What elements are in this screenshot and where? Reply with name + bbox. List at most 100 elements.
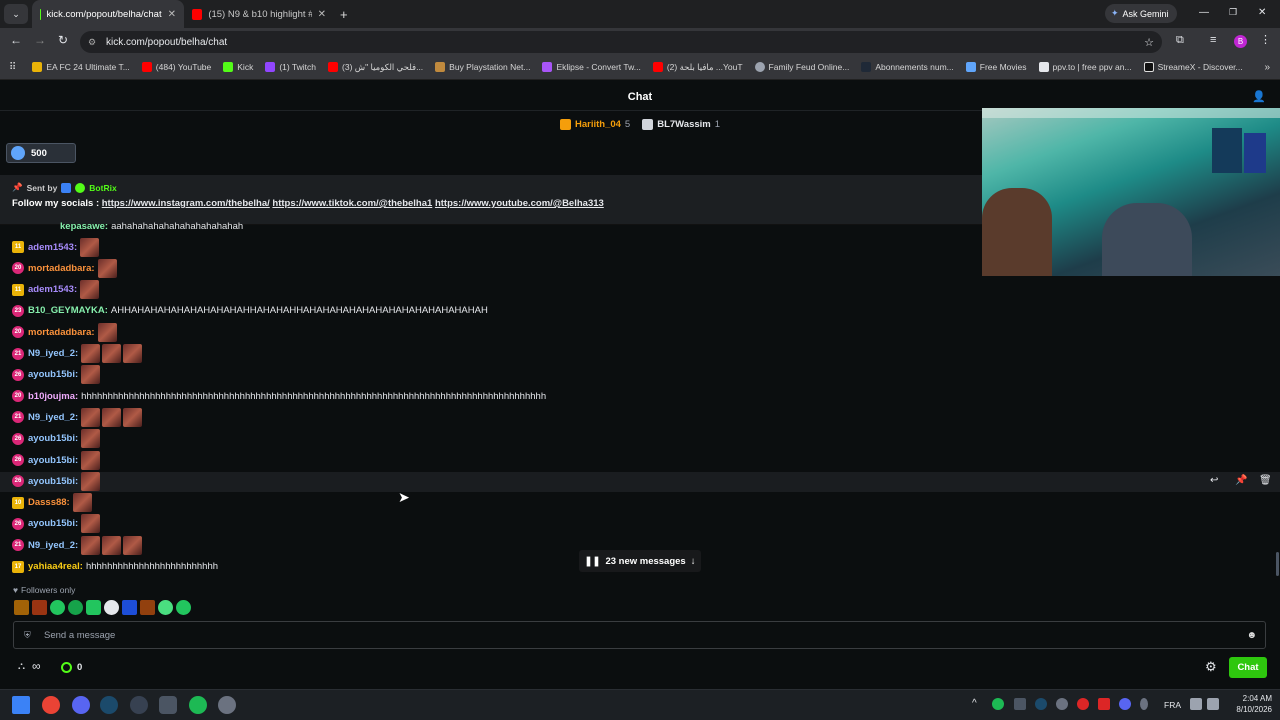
username[interactable]: mortadadbara: bbox=[28, 263, 95, 274]
bookmark-item[interactable]: Buy Playstation Net... bbox=[435, 62, 530, 72]
emote-icon[interactable] bbox=[102, 407, 122, 427]
emoji-picker-icon[interactable]: ☻ bbox=[1246, 630, 1257, 641]
emote-ball-icon[interactable] bbox=[104, 600, 119, 615]
minimize-icon[interactable]: — bbox=[1199, 7, 1209, 18]
emote-icon[interactable] bbox=[97, 258, 117, 278]
forward-icon[interactable]: → bbox=[34, 33, 46, 47]
tray-icon[interactable] bbox=[1056, 698, 1068, 710]
bookmark-item[interactable]: (484) YouTube bbox=[141, 62, 211, 72]
username[interactable]: ayoub15bi: bbox=[28, 455, 78, 466]
bookmark-item[interactable]: EA FC 24 Ultimate T... bbox=[32, 62, 130, 72]
chat-message[interactable]: 11 adem1543: bbox=[12, 237, 101, 257]
discord-tray-icon[interactable] bbox=[1119, 698, 1131, 710]
username[interactable]: mortadadbara: bbox=[28, 327, 95, 338]
emote-icon[interactable] bbox=[102, 344, 122, 363]
emote-icon[interactable] bbox=[81, 471, 101, 491]
reload-icon[interactable]: ↻ bbox=[58, 33, 68, 47]
username[interactable]: B10_GEYMAYKA: bbox=[28, 305, 108, 316]
emote-icon[interactable] bbox=[123, 407, 143, 427]
users-icon[interactable]: 👤 bbox=[1252, 84, 1266, 110]
settings-app-icon[interactable] bbox=[218, 696, 236, 714]
chat-message[interactable]: 26 ayoub15bi: bbox=[12, 450, 102, 470]
chat-message[interactable]: 21 N9_iyed_2: bbox=[12, 344, 144, 364]
network-icon[interactable] bbox=[1190, 698, 1202, 710]
bookmark-item[interactable]: (1) Twitch bbox=[265, 62, 316, 72]
apps-grid-icon[interactable] bbox=[159, 696, 177, 714]
tab-youtube[interactable]: (15) N9 & b10 highlight #1 - Yo ✕ bbox=[184, 0, 334, 28]
bookmark-item[interactable]: (2) مافيا بلحة ...YouT bbox=[652, 62, 743, 73]
chat-message[interactable]: 10 Dasss88: bbox=[12, 493, 94, 513]
new-messages-button[interactable]: ❚❚ 23 new messages ↓ bbox=[579, 550, 701, 572]
emote-green-icon[interactable] bbox=[68, 600, 83, 615]
emote-icon[interactable] bbox=[123, 535, 143, 555]
windows-start-icon[interactable] bbox=[12, 696, 30, 714]
emote-green-icon[interactable] bbox=[176, 600, 191, 615]
chat-message[interactable]: 20 mortadadbara: bbox=[12, 322, 119, 342]
spotify-icon[interactable] bbox=[189, 696, 207, 714]
mic-icon[interactable] bbox=[1140, 698, 1148, 710]
profile-avatar[interactable]: B bbox=[1234, 35, 1247, 48]
tray-icon[interactable] bbox=[1077, 698, 1089, 710]
address-bar[interactable]: ⚙ kick.com/popout/belha/chat ☆ bbox=[80, 31, 1162, 53]
tab-kick-chat[interactable]: kick.com/popout/belha/chat ✕ bbox=[32, 0, 184, 28]
username[interactable]: adem1543: bbox=[28, 242, 77, 253]
username[interactable]: ayoub15bi: bbox=[28, 476, 78, 487]
bookmark-item[interactable]: Abonnements num... bbox=[861, 62, 954, 72]
tray-chevron-icon[interactable]: ^ bbox=[972, 698, 977, 709]
bookmark-item[interactable]: Free Movies bbox=[965, 62, 1027, 72]
emote-icon[interactable] bbox=[81, 344, 101, 363]
emote-face-icon[interactable] bbox=[14, 600, 29, 615]
emote-icon[interactable] bbox=[81, 450, 101, 470]
chat-message[interactable]: 23 B10_GEYMAYKA: AHHAHAHAHAHAHAHAHAHAHHAHA… bbox=[12, 301, 488, 321]
apps-icon[interactable]: ⠿ bbox=[9, 62, 16, 73]
username[interactable]: ayoub15bi: bbox=[28, 433, 78, 444]
more-bookmarks-icon[interactable]: » bbox=[1264, 62, 1270, 73]
chat-message[interactable]: 26 ayoub15bi: bbox=[12, 471, 102, 491]
close-window-icon[interactable]: ✕ bbox=[1258, 7, 1266, 18]
chat-message[interactable]: 26 ayoub15bi: bbox=[12, 514, 102, 534]
emote-icon[interactable] bbox=[81, 429, 101, 449]
bookmark-item[interactable]: Eklipse - Convert Tw... bbox=[542, 62, 641, 72]
username[interactable]: N9_iyed_2: bbox=[28, 540, 78, 551]
emote-green-icon[interactable] bbox=[50, 600, 65, 615]
ask-gemini-button[interactable]: ✦ Ask Gemini bbox=[1105, 4, 1177, 23]
username[interactable]: kepasawe: bbox=[60, 221, 108, 231]
pinned-sender[interactable]: BotRix bbox=[89, 183, 116, 193]
leader-item[interactable]: BL7Wassim 1 bbox=[642, 118, 720, 130]
emote-icon[interactable] bbox=[97, 322, 117, 342]
youtube-link[interactable]: https://www.youtube.com/@Belha313 bbox=[435, 198, 604, 209]
bookmark-item[interactable]: Kick bbox=[223, 62, 253, 72]
send-chat-button[interactable]: Chat bbox=[1229, 657, 1267, 678]
username[interactable]: N9_iyed_2: bbox=[28, 348, 78, 359]
emote-icon[interactable] bbox=[72, 493, 92, 513]
chat-message[interactable]: kepasawe: aahahahahahahahahahahahah bbox=[12, 221, 243, 231]
chat-message[interactable]: 26 ayoub15bi: bbox=[12, 429, 102, 449]
spotify-tray-icon[interactable] bbox=[992, 698, 1004, 710]
emote-icon[interactable] bbox=[81, 407, 101, 427]
reply-icon[interactable]: ↩ bbox=[1210, 475, 1218, 486]
chat-message[interactable]: 20 mortadadbara: bbox=[12, 258, 119, 278]
back-icon[interactable]: ← bbox=[10, 33, 22, 47]
language-indicator[interactable]: FRA bbox=[1164, 700, 1181, 710]
bookmark-item[interactable]: (3) فلحي الكوميا "ش... bbox=[328, 62, 423, 73]
chat-message[interactable]: 20 b10joujma: hhhhhhhhhhhhhhhhhhhhhhhhhhhh… bbox=[12, 386, 546, 406]
steam-tray-icon[interactable] bbox=[1035, 698, 1047, 710]
emote-green-icon[interactable] bbox=[86, 600, 101, 615]
chat-message[interactable]: 26 ayoub15bi: bbox=[12, 365, 102, 385]
emote-face-icon[interactable] bbox=[32, 600, 47, 615]
goal-badge[interactable]: 500 bbox=[6, 143, 76, 163]
pin-message-icon[interactable]: 📌 bbox=[1235, 475, 1247, 486]
emote-icon[interactable] bbox=[81, 514, 101, 534]
emote-blue-icon[interactable] bbox=[122, 600, 137, 615]
bookmark-item[interactable]: ppv.to | free ppv an... bbox=[1038, 62, 1132, 72]
site-info-icon[interactable]: ⚙ bbox=[88, 37, 96, 48]
close-tab-icon[interactable]: ✕ bbox=[318, 9, 326, 20]
volume-icon[interactable] bbox=[1207, 698, 1219, 710]
discord-icon[interactable] bbox=[72, 696, 90, 714]
tray-icon[interactable] bbox=[1014, 698, 1026, 710]
emote-icon[interactable] bbox=[80, 237, 100, 257]
bookmark-item[interactable]: StreameX - Discover... bbox=[1143, 62, 1243, 72]
tiktok-link[interactable]: https://www.tiktok.com/@thebelha1 bbox=[272, 198, 432, 209]
emote-icon[interactable] bbox=[81, 365, 101, 385]
extensions-icon[interactable]: ⧉ bbox=[1176, 34, 1184, 47]
